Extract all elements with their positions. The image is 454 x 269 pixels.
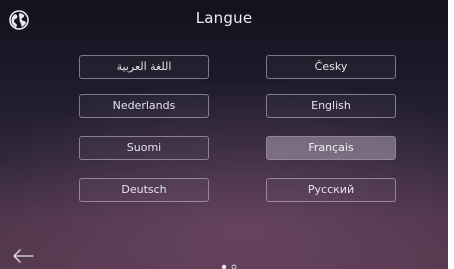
language-option-dutch[interactable]: Nederlands (79, 94, 209, 118)
arrow-left-icon[interactable] (11, 248, 35, 264)
language-screen: Langue اللغة العربية Česky Nederlands En… (0, 0, 448, 269)
language-option-german[interactable]: Deutsch (79, 178, 209, 202)
language-option-russian[interactable]: Русский (266, 178, 396, 202)
page-indicator (221, 264, 237, 269)
language-option-finnish[interactable]: Suomi (79, 136, 209, 160)
language-option-czech[interactable]: Česky (266, 55, 396, 79)
language-option-french[interactable]: Français (266, 136, 396, 160)
language-option-english[interactable]: English (266, 94, 396, 118)
page-title: Langue (195, 9, 253, 27)
page-dot-inactive (231, 264, 237, 269)
language-option-arabic[interactable]: اللغة العربية (79, 55, 209, 79)
page-dot-active (221, 264, 227, 269)
